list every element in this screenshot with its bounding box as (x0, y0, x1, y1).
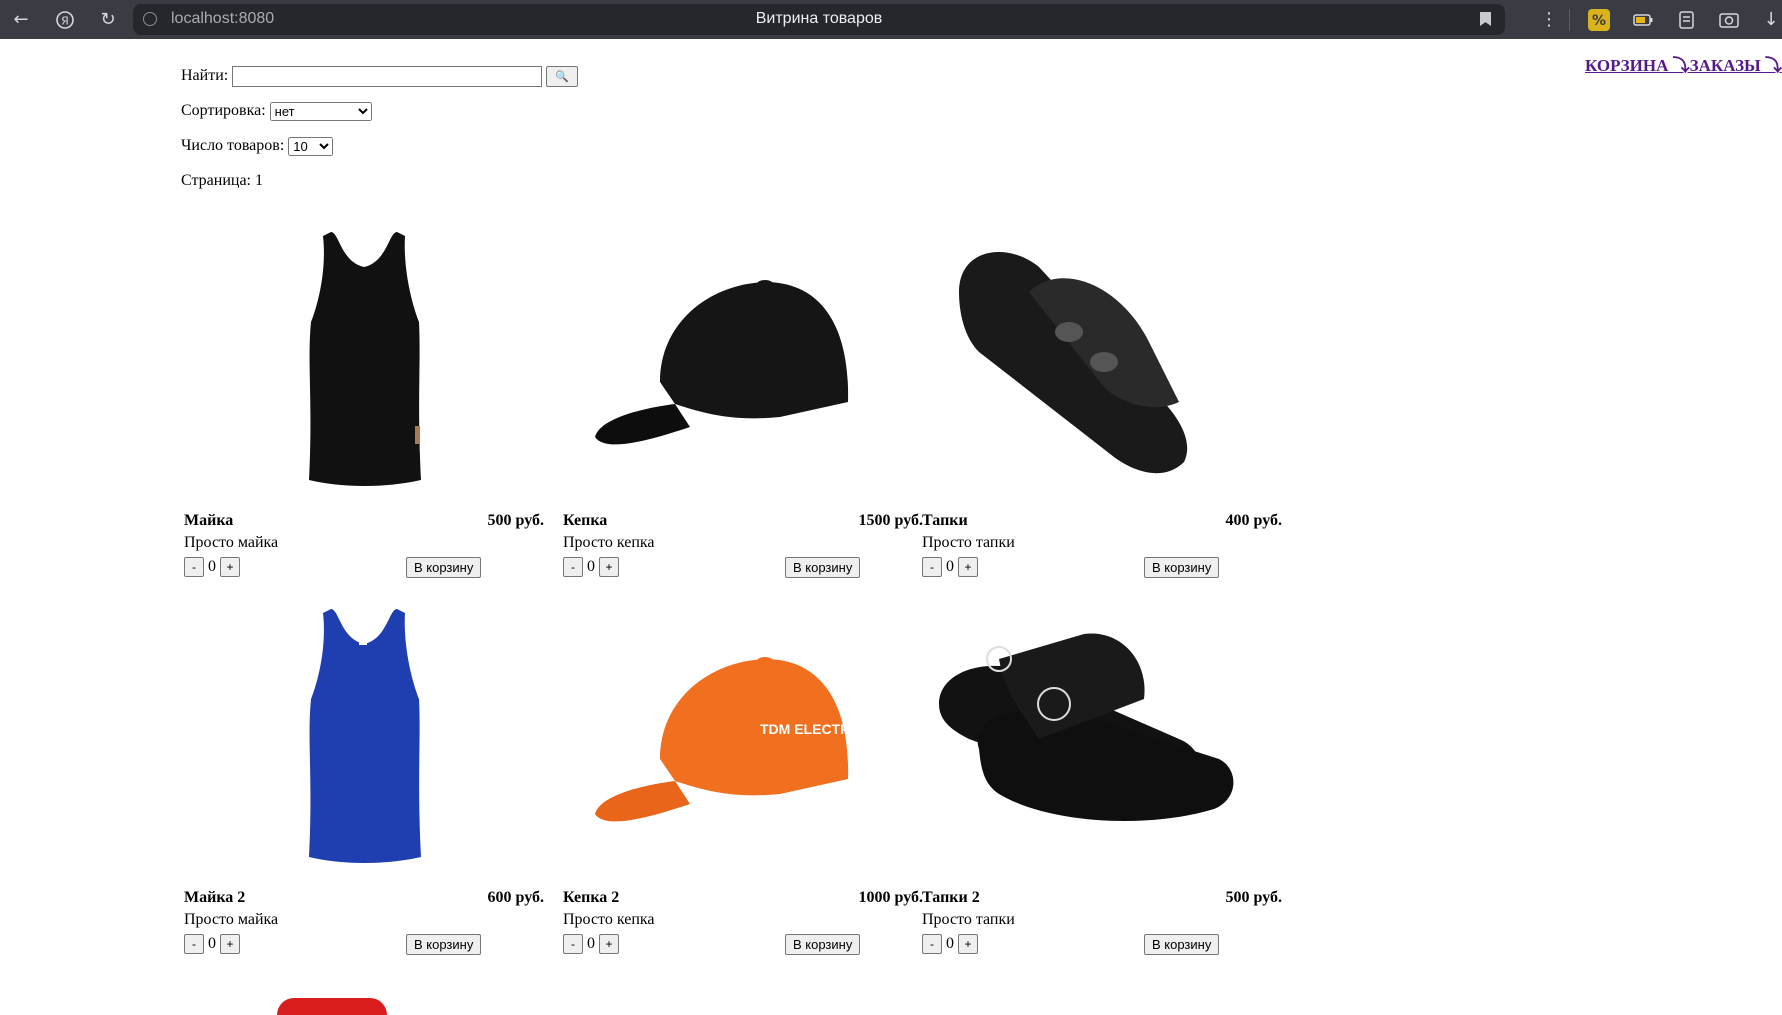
collections-icon[interactable] (1676, 9, 1698, 31)
decrease-button[interactable]: - (922, 934, 942, 954)
toolbar-divider (1569, 9, 1570, 31)
decrease-button[interactable]: - (184, 557, 204, 577)
product-name: Майка 2 (184, 889, 246, 906)
quantity-stepper: -0 + (563, 934, 619, 954)
search-label: Найти: (181, 67, 229, 85)
product-name: Тапки 2 (922, 889, 980, 906)
search-icon: 🔍 (555, 71, 570, 83)
add-to-cart-button[interactable]: В корзину (1144, 934, 1220, 955)
product-card: Майка 500 руб. Просто майка -0 + В корзин… (181, 212, 547, 590)
per-page-label: Число товаров: (181, 137, 285, 155)
next-row-partial-image (277, 998, 387, 1015)
top-nav: КОРЗИНА ⤵ЗАКАЗЫ ⤵ (1585, 51, 1782, 76)
add-to-cart-button[interactable]: В корзину (406, 557, 482, 578)
quantity-value: 0 (587, 935, 595, 952)
product-price: 1500 руб. (858, 512, 923, 529)
svg-text:Я: Я (61, 14, 69, 27)
address-bar[interactable]: localhost:8080 Витрина товаров (133, 4, 1505, 35)
product-name: Майка (184, 512, 234, 529)
browser-toolbar: ← Я ↻ localhost:8080 Витрина товаров ⋮ %… (0, 0, 1782, 39)
add-to-cart-button[interactable]: В корзину (406, 934, 482, 955)
sort-row: Сортировка: нет (181, 102, 372, 121)
orders-link[interactable]: ЗАКАЗЫ ⤵ (1690, 56, 1782, 75)
sort-select[interactable]: нет (269, 102, 372, 121)
tab-title: Витрина товаров (755, 10, 883, 27)
yandex-icon[interactable]: Я (50, 0, 80, 39)
product-card: Тапки 400 руб. Просто тапки -0 + В корзин… (919, 212, 1285, 590)
product-image (560, 212, 926, 502)
product-price: 600 руб. (487, 889, 544, 906)
product-card: Кепка 1500 руб. Просто кепка -0 + В корзи… (560, 212, 926, 590)
product-price: 500 руб. (487, 512, 544, 529)
quantity-stepper: -0 + (184, 934, 240, 954)
increase-button[interactable]: + (958, 557, 978, 577)
increase-button[interactable]: + (220, 557, 240, 577)
search-row: Найти: 🔍 (181, 66, 579, 87)
product-description: Просто кепка (563, 534, 655, 551)
product-price: 1000 руб. (858, 889, 923, 906)
quantity-stepper: -0 + (922, 934, 978, 954)
search-input[interactable] (232, 66, 543, 87)
product-description: Просто майка (184, 534, 279, 551)
add-to-cart-button[interactable]: В корзину (785, 557, 861, 578)
product-description: Просто майка (184, 911, 279, 928)
extension-icon[interactable]: % (1588, 9, 1610, 31)
sort-label: Сортировка: (181, 102, 266, 120)
quantity-stepper: -0 + (922, 557, 978, 577)
decrease-button[interactable]: - (563, 934, 583, 954)
screenshot-icon[interactable] (1718, 9, 1740, 31)
page-indicator: Страница: 1 (181, 172, 263, 190)
quantity-value: 0 (587, 558, 595, 575)
quantity-value: 0 (208, 935, 216, 952)
per-page-select[interactable]: 10 (288, 137, 334, 156)
decrease-button[interactable]: - (563, 557, 583, 577)
page-number: 1 (254, 172, 263, 189)
quantity-value: 0 (946, 935, 954, 952)
decrease-button[interactable]: - (922, 557, 942, 577)
product-description: Просто кепка (563, 911, 655, 928)
svg-text:%: % (1592, 13, 1606, 29)
product-name: Кепка 2 (563, 889, 620, 906)
add-to-cart-button[interactable]: В корзину (785, 934, 861, 955)
increase-button[interactable]: + (599, 557, 619, 577)
increase-button[interactable]: + (220, 934, 240, 954)
download-icon[interactable]: ↓ (1756, 0, 1782, 39)
quantity-value: 0 (946, 558, 954, 575)
per-page-row: Число товаров: 10 (181, 137, 334, 156)
product-image (181, 212, 547, 502)
product-image: TDM ELECTRIC (560, 589, 926, 879)
svg-text:TDM ELECTRIC: TDM ELECTRIC (760, 721, 864, 737)
menu-dots-icon[interactable]: ⋮ (1534, 0, 1564, 39)
product-price: 500 руб. (1225, 889, 1282, 906)
page-label: Страница: (181, 172, 251, 189)
product-name: Тапки (922, 512, 968, 529)
product-image (181, 589, 547, 879)
product-description: Просто тапки (922, 534, 1015, 551)
product-card: TDM ELECTRIC Кепка 2 1000 руб. Просто ке… (560, 589, 926, 967)
reload-icon[interactable]: ↻ (93, 0, 123, 39)
product-image (919, 212, 1285, 502)
cart-link[interactable]: КОРЗИНА ⤵ (1585, 56, 1690, 75)
product-name: Кепка (563, 512, 608, 529)
product-price: 400 руб. (1225, 512, 1282, 529)
search-button[interactable]: 🔍 (546, 66, 579, 87)
product-card: Майка 2 600 руб. Просто майка -0 + В корз… (181, 589, 547, 967)
back-arrow-icon[interactable]: ← (6, 0, 36, 39)
product-card: Тапки 2 500 руб. Просто тапки -0 + В корз… (919, 589, 1285, 967)
battery-icon[interactable] (1632, 9, 1654, 31)
product-image (919, 589, 1285, 879)
quantity-value: 0 (208, 558, 216, 575)
decrease-button[interactable]: - (184, 934, 204, 954)
add-to-cart-button[interactable]: В корзину (1144, 557, 1220, 578)
product-description: Просто тапки (922, 911, 1015, 928)
increase-button[interactable]: + (958, 934, 978, 954)
quantity-stepper: -0 + (184, 557, 240, 577)
quantity-stepper: -0 + (563, 557, 619, 577)
increase-button[interactable]: + (599, 934, 619, 954)
